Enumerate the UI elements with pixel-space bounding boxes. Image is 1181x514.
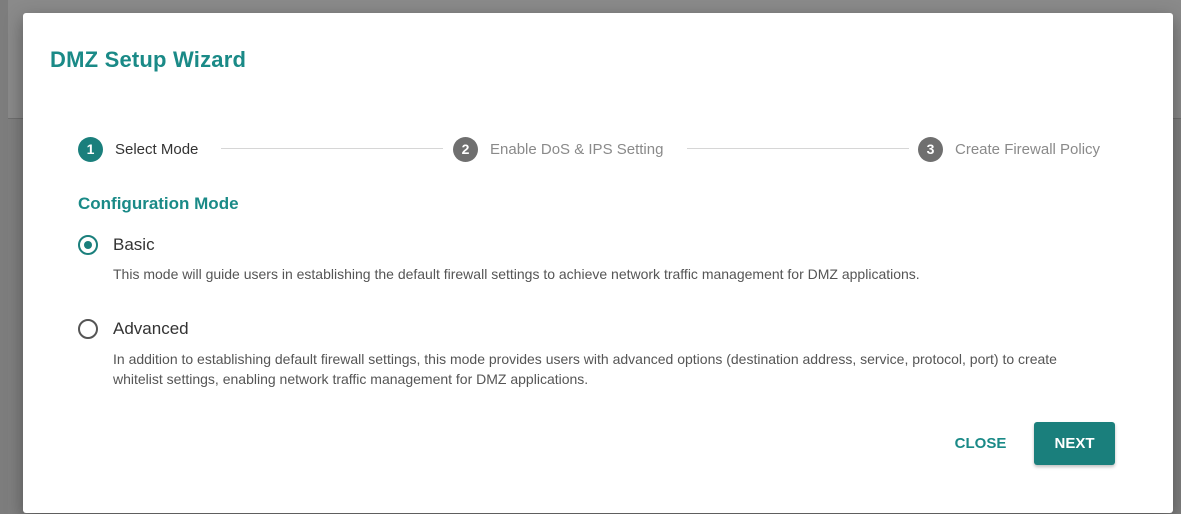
step-number-3: 3 bbox=[918, 136, 943, 162]
step-connector-1 bbox=[221, 148, 443, 149]
option-advanced[interactable]: Advanced bbox=[78, 319, 189, 339]
step-number-2: 2 bbox=[453, 136, 478, 162]
advanced-label[interactable]: Advanced bbox=[113, 319, 189, 339]
step-connector-2 bbox=[687, 148, 909, 149]
step-label-create-firewall-policy: Create Firewall Policy bbox=[955, 140, 1101, 158]
next-button[interactable]: NEXT bbox=[1034, 422, 1115, 465]
step-label-select-mode: Select Mode bbox=[115, 140, 199, 158]
basic-description: This mode will guide users in establishi… bbox=[113, 266, 920, 282]
advanced-radio-button[interactable] bbox=[78, 319, 98, 339]
dmz-setup-wizard-dialog: DMZ Setup Wizard 1 Select Mode 2 Enable … bbox=[23, 13, 1173, 513]
step-select-mode: 1 Select Mode bbox=[78, 135, 198, 163]
configuration-mode-heading: Configuration Mode bbox=[78, 194, 239, 213]
basic-radio-button[interactable] bbox=[78, 235, 98, 255]
option-basic[interactable]: Basic bbox=[78, 235, 155, 255]
step-create-firewall-policy: 3 Create Firewall Policy bbox=[918, 135, 1100, 163]
wizard-stepper: 1 Select Mode 2 Enable DoS & IPS Setting… bbox=[78, 135, 1118, 163]
advanced-description: In addition to establishing default fire… bbox=[113, 351, 1057, 387]
dialog-title: DMZ Setup Wizard bbox=[50, 47, 247, 72]
basic-label[interactable]: Basic bbox=[113, 235, 155, 255]
close-button[interactable]: CLOSE bbox=[943, 423, 1018, 463]
step-enable-dos-ips: 2 Enable DoS & IPS Setting bbox=[453, 135, 663, 163]
step-label-enable-dos-ips: Enable DoS & IPS Setting bbox=[490, 140, 664, 158]
step-number-1: 1 bbox=[78, 136, 103, 162]
